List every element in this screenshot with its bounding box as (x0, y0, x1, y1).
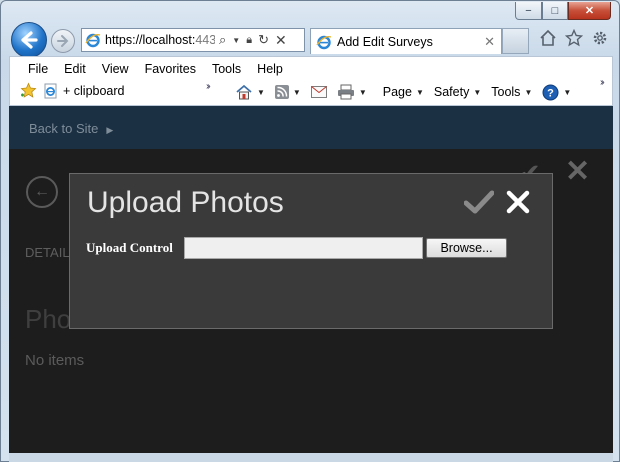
web-page: Back to Site▶ ← ▬▬▬▬▬▬▬▬▬▬▬▬ ✔ ✕ DETAIL … (9, 106, 613, 453)
stop-icon[interactable]: ✕ (275, 32, 287, 49)
menu-file[interactable]: File (20, 60, 56, 78)
address-bar[interactable]: https://localhost:4430 ⌕ ▼ 🔒︎ ↻ ✕ (81, 28, 305, 52)
safety-menu-label: Safety (433, 85, 470, 99)
address-port: 4430 (195, 33, 215, 47)
ie-logo-icon (316, 35, 332, 49)
menu-tools[interactable]: Tools (204, 60, 249, 78)
page-menu-label: Page (382, 85, 412, 99)
svg-text:?: ? (547, 87, 554, 99)
no-items-text: No items (25, 352, 85, 369)
details-label: DETAIL (25, 245, 70, 260)
back-arrow-icon (21, 31, 38, 49)
file-path-input[interactable] (184, 237, 423, 259)
browse-button[interactable]: Browse... (426, 238, 507, 258)
mail-cmd-button[interactable] (306, 82, 332, 102)
menu-favorites[interactable]: Favorites (137, 60, 204, 78)
minimize-button[interactable]: − (515, 2, 542, 20)
tab-label: Add Edit Surveys (337, 34, 433, 49)
lock-icon[interactable]: 🔒︎ (246, 34, 252, 47)
status-bar (9, 453, 613, 462)
help-menu-button[interactable]: ? ▼ (537, 82, 576, 102)
maximize-button[interactable]: □ (542, 2, 568, 20)
address-url: https://localhost: (105, 33, 196, 47)
ie-logo-icon (85, 33, 101, 48)
tab-add-edit-surveys[interactable]: Add Edit Surveys ✕ (310, 28, 502, 54)
new-tab-button[interactable] (502, 28, 529, 54)
back-to-site-link[interactable]: Back to Site ▶ (29, 121, 113, 136)
favorites-bar: + clipboard (20, 82, 125, 99)
search-icon[interactable]: ⌕ (219, 32, 226, 48)
help-icon: ? (542, 84, 559, 100)
back-button[interactable] (11, 22, 47, 58)
menu-bar: File Edit View Favorites Tools Help (20, 60, 291, 78)
refresh-icon[interactable]: ↻ (258, 32, 269, 48)
menu-edit[interactable]: Edit (56, 60, 94, 78)
address-text[interactable]: https://localhost:4430 (105, 33, 215, 47)
ie-page-icon (44, 83, 57, 98)
upload-photos-dialog: Upload Photos Upload Control Browse... (69, 173, 553, 329)
close-window-button[interactable]: ✕ (568, 2, 611, 20)
window-controls: − □ ✕ (515, 2, 611, 20)
feeds-cmd-button[interactable]: ▼ (270, 82, 306, 102)
safety-menu-button[interactable]: Safety ▼ (429, 82, 486, 102)
menu-help[interactable]: Help (249, 60, 291, 78)
gear-icon[interactable] (591, 29, 609, 47)
home-cmd-button[interactable]: ▼ (230, 82, 270, 102)
printer-icon (337, 84, 354, 100)
favbar-overflow-chevron-icon[interactable]: ›› (206, 81, 210, 92)
forward-button[interactable] (51, 29, 75, 53)
cmdbar-overflow-chevron-icon[interactable]: ›› (600, 77, 604, 88)
rss-feed-icon (274, 85, 289, 99)
favorite-link-label: + clipboard (63, 83, 125, 98)
tab-close-icon[interactable]: ✕ (484, 34, 495, 50)
chevron-right-icon: ▶ (106, 125, 114, 135)
tools-menu-label: Tools (491, 85, 521, 99)
dialog-ok-check-icon[interactable] (463, 190, 495, 217)
page-back-icon[interactable]: ← (26, 176, 58, 208)
home-icon (236, 84, 252, 100)
tools-menu-button[interactable]: Tools ▼ (486, 82, 537, 102)
browser-window: − □ ✕ https://localhost:4430 ⌕ ▼ 🔒︎ ↻ ✕ (0, 0, 620, 462)
favorites-star-icon[interactable] (565, 29, 583, 47)
upload-control-label: Upload Control (86, 240, 173, 255)
print-cmd-button[interactable]: ▼ (332, 82, 372, 102)
forward-arrow-icon (57, 35, 69, 47)
mail-icon (310, 86, 327, 98)
home-icon[interactable] (539, 29, 557, 47)
page-cancel-close-icon[interactable]: ✕ (565, 154, 590, 189)
add-favorites-icon[interactable] (20, 82, 37, 99)
dropdown-icon[interactable]: ▼ (232, 36, 240, 45)
back-to-site-label: Back to Site (29, 121, 99, 136)
page-menu-button[interactable]: Page ▼ (378, 82, 429, 102)
dialog-title: Upload Photos (87, 186, 284, 219)
dialog-close-icon[interactable] (506, 190, 530, 217)
toolbar-area: File Edit View Favorites Tools Help + cl… (9, 56, 613, 106)
favorite-link-clipboard[interactable]: + clipboard (43, 83, 125, 99)
menu-view[interactable]: View (94, 60, 137, 78)
command-bar: ▼ ▼ ▼ Page ▼ Safety ▼ Tools ▼ ? ▼ (230, 82, 576, 102)
site-header-bar: Back to Site ▶ (9, 106, 613, 149)
